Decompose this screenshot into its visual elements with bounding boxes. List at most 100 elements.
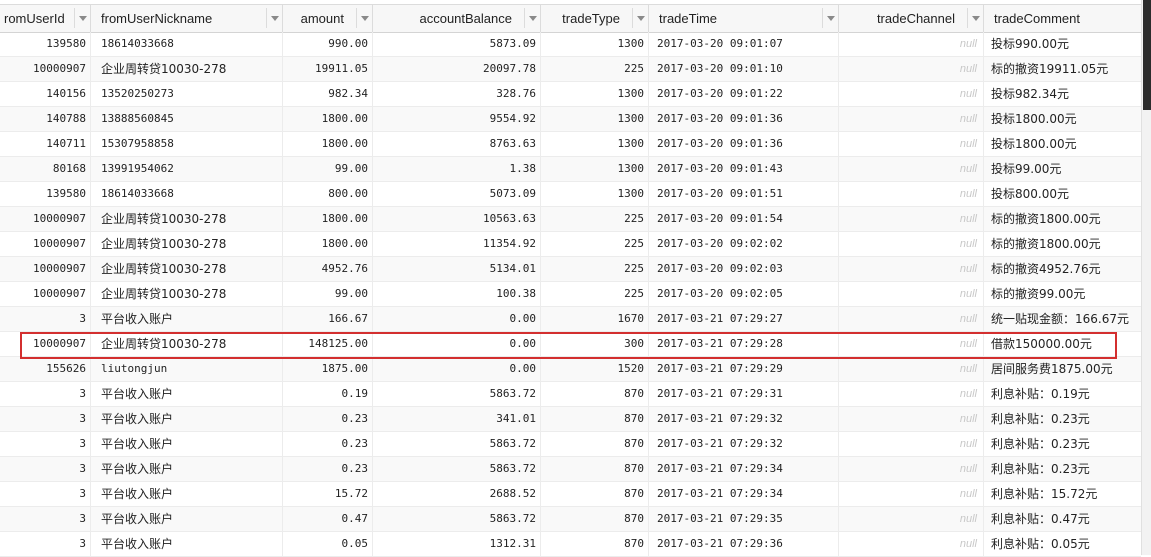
cell-tradeTime[interactable]: 2017-03-21 07:29:29 (649, 357, 839, 381)
cell-tradeComment[interactable]: 居间服务费1875.00元 (984, 357, 1141, 381)
cell-tradeChannel[interactable]: null (839, 307, 984, 331)
cell-accountBalance[interactable]: 9554.92 (373, 107, 541, 131)
chevron-down-icon[interactable] (632, 8, 648, 28)
cell-amount[interactable]: 990.00 (283, 32, 373, 56)
cell-fromUserId[interactable]: 3 (0, 307, 91, 331)
cell-fromUserNickname[interactable]: 平台收入账户 (91, 407, 283, 431)
cell-amount[interactable]: 800.00 (283, 182, 373, 206)
table-row[interactable]: 10000907 企业周转贷10030-278 1800.00 10563.63 225… (0, 207, 1141, 232)
cell-tradeChannel[interactable]: null (839, 457, 984, 481)
col-header-fromUserNickname[interactable]: fromUserNickname (91, 5, 283, 32)
cell-tradeComment[interactable]: 借款150000.00元 (984, 332, 1141, 356)
cell-amount[interactable]: 148125.00 (283, 332, 373, 356)
cell-fromUserNickname[interactable]: 平台收入账户 (91, 307, 283, 331)
cell-fromUserNickname[interactable]: 企业周转贷10030-278 (91, 232, 283, 256)
cell-fromUserNickname[interactable]: 平台收入账户 (91, 507, 283, 531)
cell-fromUserId[interactable]: 139580 (0, 182, 91, 206)
cell-tradeType[interactable]: 870 (541, 482, 649, 506)
cell-fromUserId[interactable]: 80168 (0, 157, 91, 181)
table-row[interactable]: 139580 18614033668 800.00 5073.09 1300 2017-0… (0, 182, 1141, 207)
cell-tradeChannel[interactable]: null (839, 507, 984, 531)
table-row[interactable]: 10000907 企业周转贷10030-278 1800.00 11354.92 225… (0, 232, 1141, 257)
cell-fromUserNickname[interactable]: 13520250273 (91, 82, 283, 106)
cell-tradeChannel[interactable]: null (839, 32, 984, 56)
cell-tradeType[interactable]: 225 (541, 257, 649, 281)
cell-fromUserId[interactable]: 10000907 (0, 332, 91, 356)
cell-accountBalance[interactable]: 1.38 (373, 157, 541, 181)
cell-fromUserId[interactable]: 140788 (0, 107, 91, 131)
cell-amount[interactable]: 0.23 (283, 432, 373, 456)
table-row[interactable]: 140156 13520250273 982.34 328.76 1300 2017-03… (0, 82, 1141, 107)
vertical-scrollbar[interactable] (1141, 0, 1151, 555)
cell-tradeTime[interactable]: 2017-03-20 09:01:43 (649, 157, 839, 181)
cell-fromUserNickname[interactable]: 13991954062 (91, 157, 283, 181)
cell-tradeTime[interactable]: 2017-03-21 07:29:28 (649, 332, 839, 356)
cell-tradeChannel[interactable]: null (839, 157, 984, 181)
cell-accountBalance[interactable]: 0.00 (373, 332, 541, 356)
cell-accountBalance[interactable]: 341.01 (373, 407, 541, 431)
table-row[interactable]: 80168 13991954062 99.00 1.38 1300 2017-03-20 … (0, 157, 1141, 182)
cell-tradeComment[interactable]: 统一贴现金额：166.67元 (984, 307, 1141, 331)
cell-tradeType[interactable]: 1670 (541, 307, 649, 331)
cell-tradeType[interactable]: 225 (541, 57, 649, 81)
cell-accountBalance[interactable]: 5863.72 (373, 382, 541, 406)
cell-fromUserNickname[interactable]: 平台收入账户 (91, 482, 283, 506)
cell-tradeTime[interactable]: 2017-03-21 07:29:34 (649, 457, 839, 481)
cell-tradeChannel[interactable]: null (839, 132, 984, 156)
cell-amount[interactable]: 0.23 (283, 457, 373, 481)
cell-tradeTime[interactable]: 2017-03-21 07:29:32 (649, 407, 839, 431)
cell-amount[interactable]: 1800.00 (283, 107, 373, 131)
cell-fromUserId[interactable]: 140156 (0, 82, 91, 106)
cell-tradeComment[interactable]: 投标1800.00元 (984, 132, 1141, 156)
cell-accountBalance[interactable]: 328.76 (373, 82, 541, 106)
table-row[interactable]: 3 平台收入账户 0.23 5863.72 870 2017-03-21 07:29:34… (0, 457, 1141, 482)
cell-amount[interactable]: 166.67 (283, 307, 373, 331)
cell-fromUserNickname[interactable]: 企业周转贷10030-278 (91, 282, 283, 306)
cell-tradeTime[interactable]: 2017-03-20 09:01:22 (649, 82, 839, 106)
cell-tradeType[interactable]: 1520 (541, 357, 649, 381)
cell-fromUserId[interactable]: 10000907 (0, 282, 91, 306)
cell-tradeComment[interactable]: 投标800.00元 (984, 182, 1141, 206)
cell-fromUserNickname[interactable]: liutongjun (91, 357, 283, 381)
cell-amount[interactable]: 0.47 (283, 507, 373, 531)
cell-tradeChannel[interactable]: null (839, 332, 984, 356)
cell-tradeChannel[interactable]: null (839, 107, 984, 131)
cell-tradeType[interactable]: 1300 (541, 82, 649, 106)
cell-fromUserNickname[interactable]: 18614033668 (91, 182, 283, 206)
cell-tradeComment[interactable]: 标的撤资1800.00元 (984, 232, 1141, 256)
cell-tradeTime[interactable]: 2017-03-20 09:01:10 (649, 57, 839, 81)
cell-tradeChannel[interactable]: null (839, 182, 984, 206)
cell-tradeComment[interactable]: 投标982.34元 (984, 82, 1141, 106)
table-row[interactable]: 3 平台收入账户 15.72 2688.52 870 2017-03-21 07:29:3… (0, 482, 1141, 507)
cell-tradeChannel[interactable]: null (839, 82, 984, 106)
cell-tradeTime[interactable]: 2017-03-21 07:29:31 (649, 382, 839, 406)
cell-tradeChannel[interactable]: null (839, 207, 984, 231)
cell-tradeComment[interactable]: 标的撤资99.00元 (984, 282, 1141, 306)
cell-tradeComment[interactable]: 利息补贴：0.23元 (984, 432, 1141, 456)
table-row[interactable]: 10000907 企业周转贷10030-278 148125.00 0.00 300 20… (0, 332, 1141, 357)
cell-amount[interactable]: 982.34 (283, 82, 373, 106)
cell-fromUserNickname[interactable]: 13888560845 (91, 107, 283, 131)
cell-tradeChannel[interactable]: null (839, 432, 984, 456)
cell-amount[interactable]: 19911.05 (283, 57, 373, 81)
cell-accountBalance[interactable]: 2688.52 (373, 482, 541, 506)
col-header-tradeComment[interactable]: tradeComment (984, 5, 1141, 32)
cell-tradeChannel[interactable]: null (839, 407, 984, 431)
cell-tradeComment[interactable]: 利息补贴：15.72元 (984, 482, 1141, 506)
cell-tradeComment[interactable]: 利息补贴：0.47元 (984, 507, 1141, 531)
cell-tradeChannel[interactable]: null (839, 232, 984, 256)
cell-tradeTime[interactable]: 2017-03-21 07:29:34 (649, 482, 839, 506)
cell-amount[interactable]: 4952.76 (283, 257, 373, 281)
cell-tradeType[interactable]: 870 (541, 382, 649, 406)
cell-amount[interactable]: 1875.00 (283, 357, 373, 381)
cell-accountBalance[interactable]: 0.00 (373, 357, 541, 381)
table-row[interactable]: 10000907 企业周转贷10030-278 4952.76 5134.01 225 2… (0, 257, 1141, 282)
cell-fromUserNickname[interactable]: 企业周转贷10030-278 (91, 57, 283, 81)
col-header-fromUserId[interactable]: romUserId (0, 5, 91, 32)
cell-fromUserId[interactable]: 3 (0, 482, 91, 506)
cell-accountBalance[interactable]: 10563.63 (373, 207, 541, 231)
table-row[interactable]: 3 平台收入账户 0.05 1312.31 870 2017-03-21 07:29:36… (0, 532, 1141, 557)
cell-fromUserId[interactable]: 10000907 (0, 207, 91, 231)
table-row[interactable]: 3 平台收入账户 0.23 341.01 870 2017-03-21 07:29:32 n… (0, 407, 1141, 432)
cell-tradeTime[interactable]: 2017-03-20 09:02:05 (649, 282, 839, 306)
